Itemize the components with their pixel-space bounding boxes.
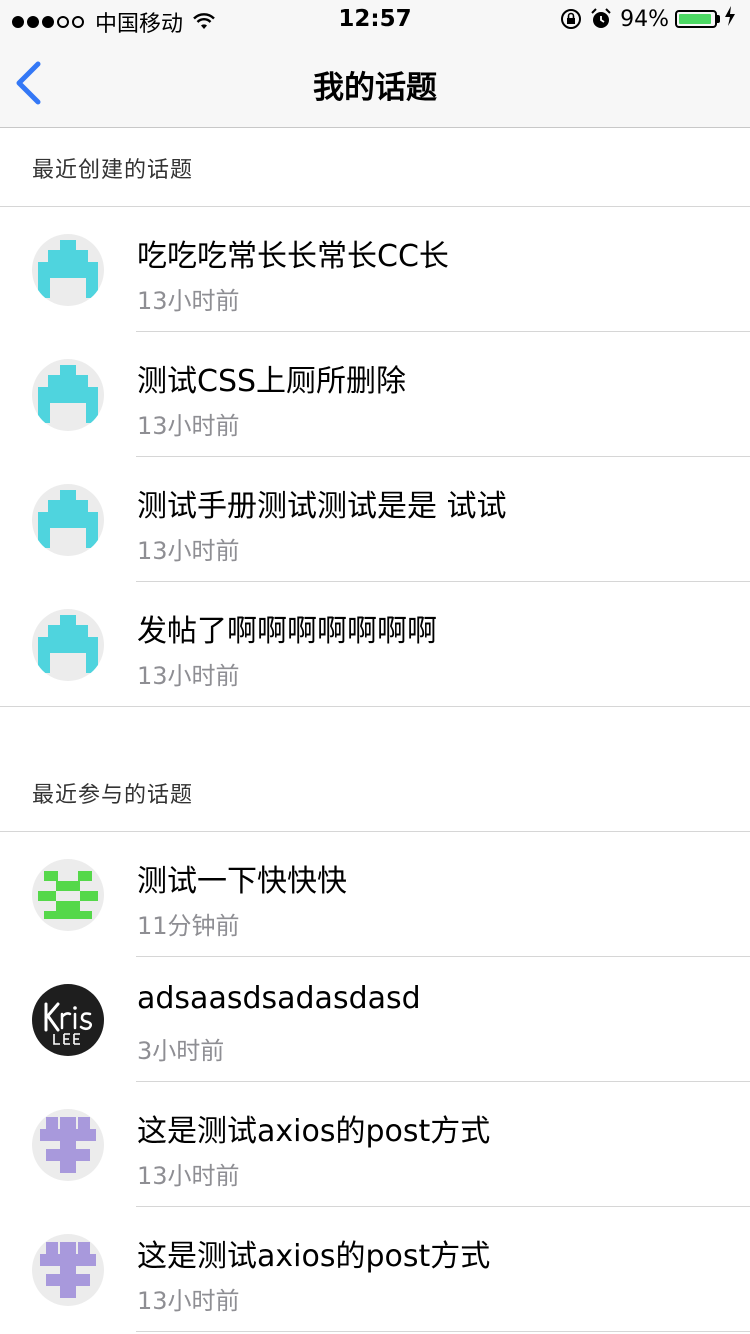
topic-time: 13小时前	[137, 537, 240, 565]
avatar	[32, 1234, 104, 1306]
topic-title: 测试手册测试测试是是 试试	[137, 489, 507, 524]
section-title-created: 最近创建的话题	[32, 158, 194, 183]
topic-time: 13小时前	[137, 662, 240, 690]
status-bar: 中国移动 12:57 94%	[0, 0, 750, 40]
topic-title: 这是测试axios的post方式	[137, 1114, 491, 1149]
topic-row[interactable]: 测试手册测试测试是是 试试 13小时前	[0, 457, 750, 582]
battery-icon	[675, 10, 720, 28]
topic-title: 吃吃吃常长长常长CC长	[137, 239, 449, 274]
status-right: 94%	[552, 6, 736, 32]
topic-row[interactable]: 测试CSS上厕所删除 13小时前	[0, 332, 750, 457]
charging-icon	[724, 6, 736, 32]
topic-title: 发帖了啊啊啊啊啊啊啊	[137, 614, 437, 649]
alarm-icon	[590, 8, 612, 30]
topic-row[interactable]: 测试一下快快快 11分钟前	[0, 832, 750, 957]
section-header-joined: 最近参与的话题	[0, 753, 750, 832]
topic-row[interactable]: 这是测试axios的post方式 13小时前	[0, 1207, 750, 1332]
avatar	[32, 859, 104, 931]
topic-row[interactable]: 这是测试axios的post方式 13小时前	[0, 1082, 750, 1207]
section-header-created: 最近创建的话题	[0, 128, 750, 207]
topic-time: 3小时前	[137, 1037, 225, 1065]
navigation-bar: 我的话题	[0, 40, 750, 128]
topic-row[interactable]: adsaasdsadasdasd 3小时前	[0, 957, 750, 1082]
topic-title: 测试CSS上厕所删除	[137, 364, 407, 399]
avatar	[32, 484, 104, 556]
topic-time: 13小时前	[137, 1287, 240, 1315]
topic-time: 13小时前	[137, 287, 240, 315]
battery-percent: 94%	[620, 6, 669, 32]
page-title: 我的话题	[313, 70, 437, 106]
topic-row[interactable]: 吃吃吃常长长常长CC长 13小时前	[0, 207, 750, 332]
topic-row[interactable]: 发帖了啊啊啊啊啊啊啊 13小时前	[0, 582, 750, 707]
topic-title: adsaasdsadasdasd	[137, 981, 421, 1016]
topic-title: 这是测试axios的post方式	[137, 1239, 491, 1274]
topic-time: 13小时前	[137, 1162, 240, 1190]
topic-time: 11分钟前	[137, 912, 240, 940]
topic-time: 13小时前	[137, 412, 240, 440]
avatar	[32, 984, 104, 1056]
rotation-lock-icon	[560, 8, 582, 30]
avatar	[32, 234, 104, 306]
avatar	[32, 359, 104, 431]
section-title-joined: 最近参与的话题	[32, 783, 194, 808]
avatar	[32, 1109, 104, 1181]
topic-title: 测试一下快快快	[137, 864, 347, 899]
avatar	[32, 609, 104, 681]
